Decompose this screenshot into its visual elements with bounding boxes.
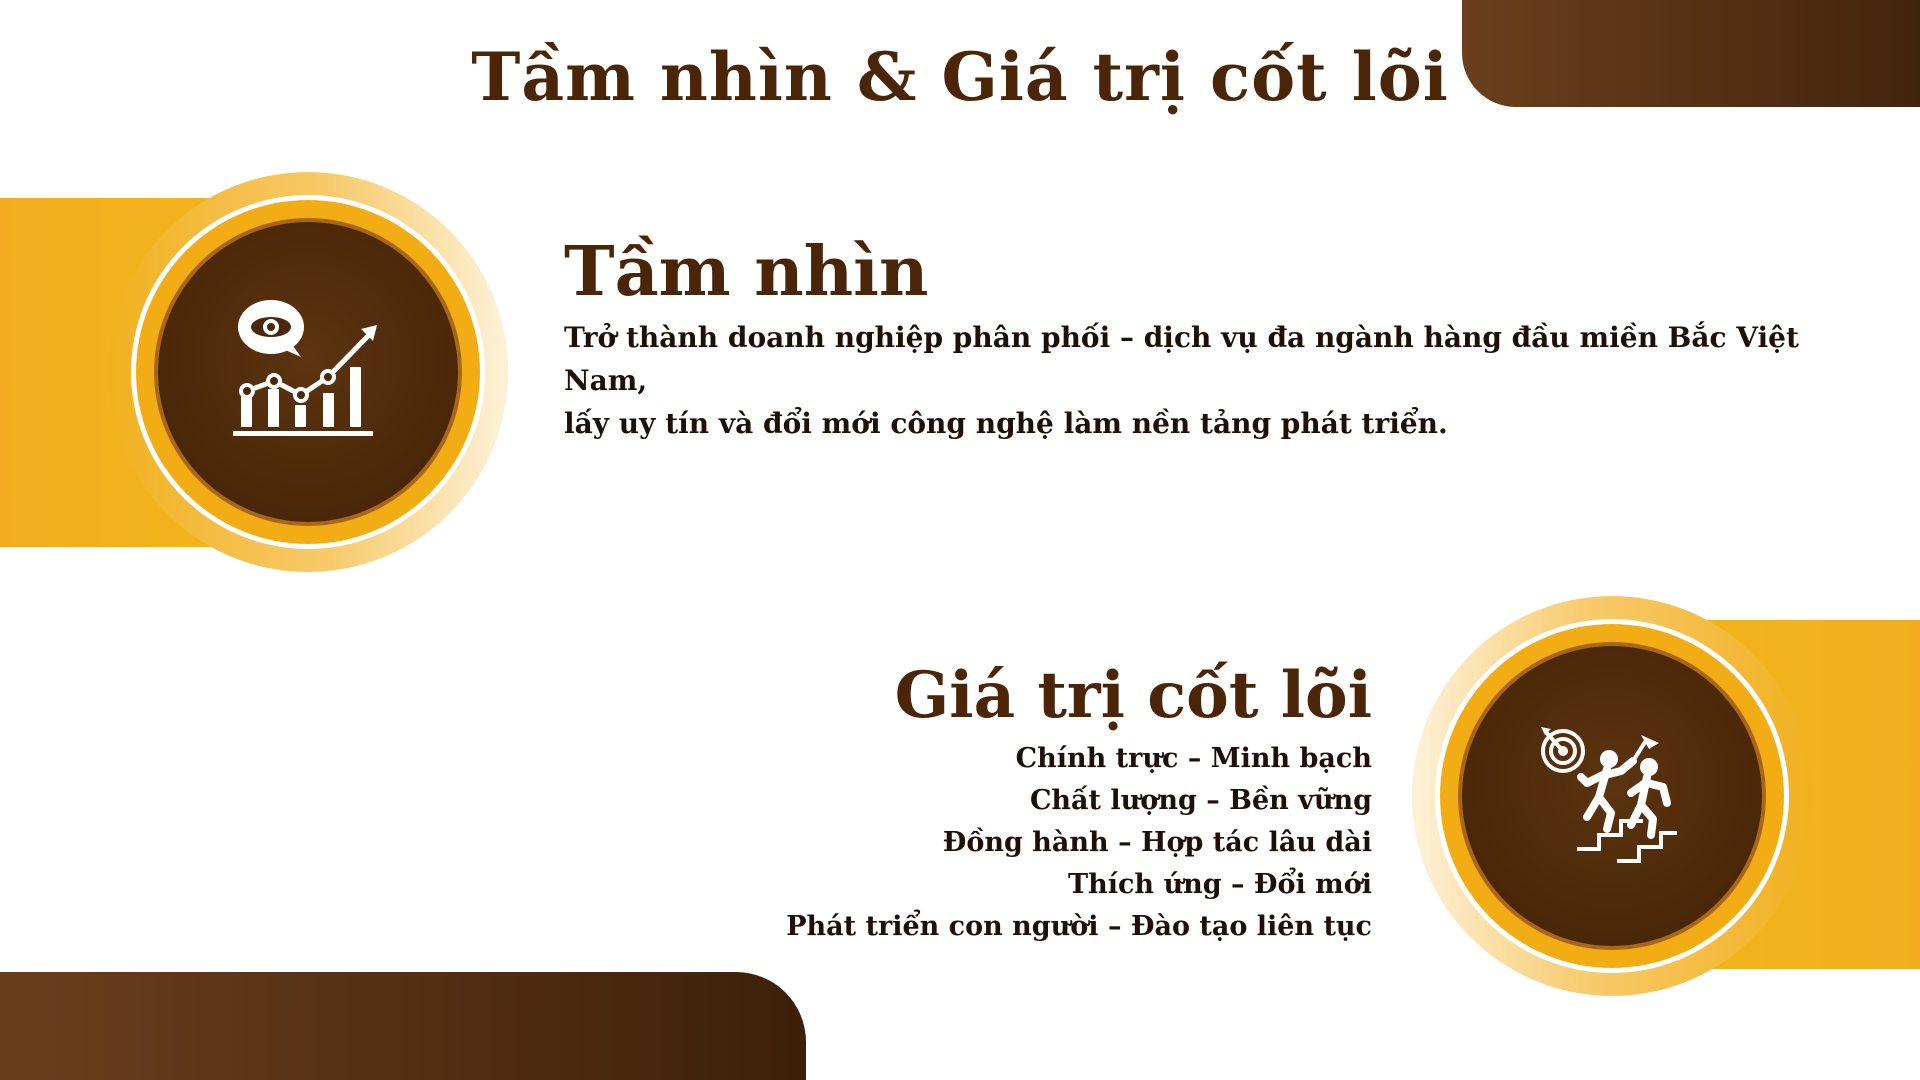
core-values-medallion [1412,596,1812,996]
vision-medallion-core [158,222,458,522]
core-value-item: Thích ứng – Đổi mới [1068,869,1372,900]
slide: Tầm nhìn & Giá trị cốt lõi Tầm nhìn Trở … [0,0,1920,1080]
vision-medallion [108,172,508,572]
decorative-bar-bottom-left [0,972,806,1080]
vision-heading: Tầm nhìn [564,232,929,312]
core-value-item: Phát triển con người – Đào tạo liên tục [786,911,1372,942]
vision-description: Trở thành doanh nghiệp phân phối – dịch … [564,316,1844,445]
core-values-medallion-core [1462,646,1762,946]
core-values-heading: Giá trị cốt lõi [894,658,1372,733]
core-values-list: Chính trực – Minh bạch Chất lượng – Bền … [700,738,1372,948]
core-values-medallion-ring [1440,624,1784,968]
core-value-item: Chính trực – Minh bạch [1015,743,1372,774]
vision-growth-chart-icon [233,300,377,436]
vision-line: Trở thành doanh nghiệp phân phối – dịch … [564,321,1799,397]
core-value-item: Đồng hành – Hợp tác lâu dài [942,827,1372,858]
vision-medallion-ring [136,200,480,544]
page-title: Tầm nhìn & Giá trị cốt lõi [471,38,1449,116]
vision-line: lấy uy tín và đổi mới công nghệ làm nền … [564,407,1448,440]
goal-climbing-team-icon [1541,727,1677,863]
core-value-item: Chất lượng – Bền vững [1029,785,1372,816]
